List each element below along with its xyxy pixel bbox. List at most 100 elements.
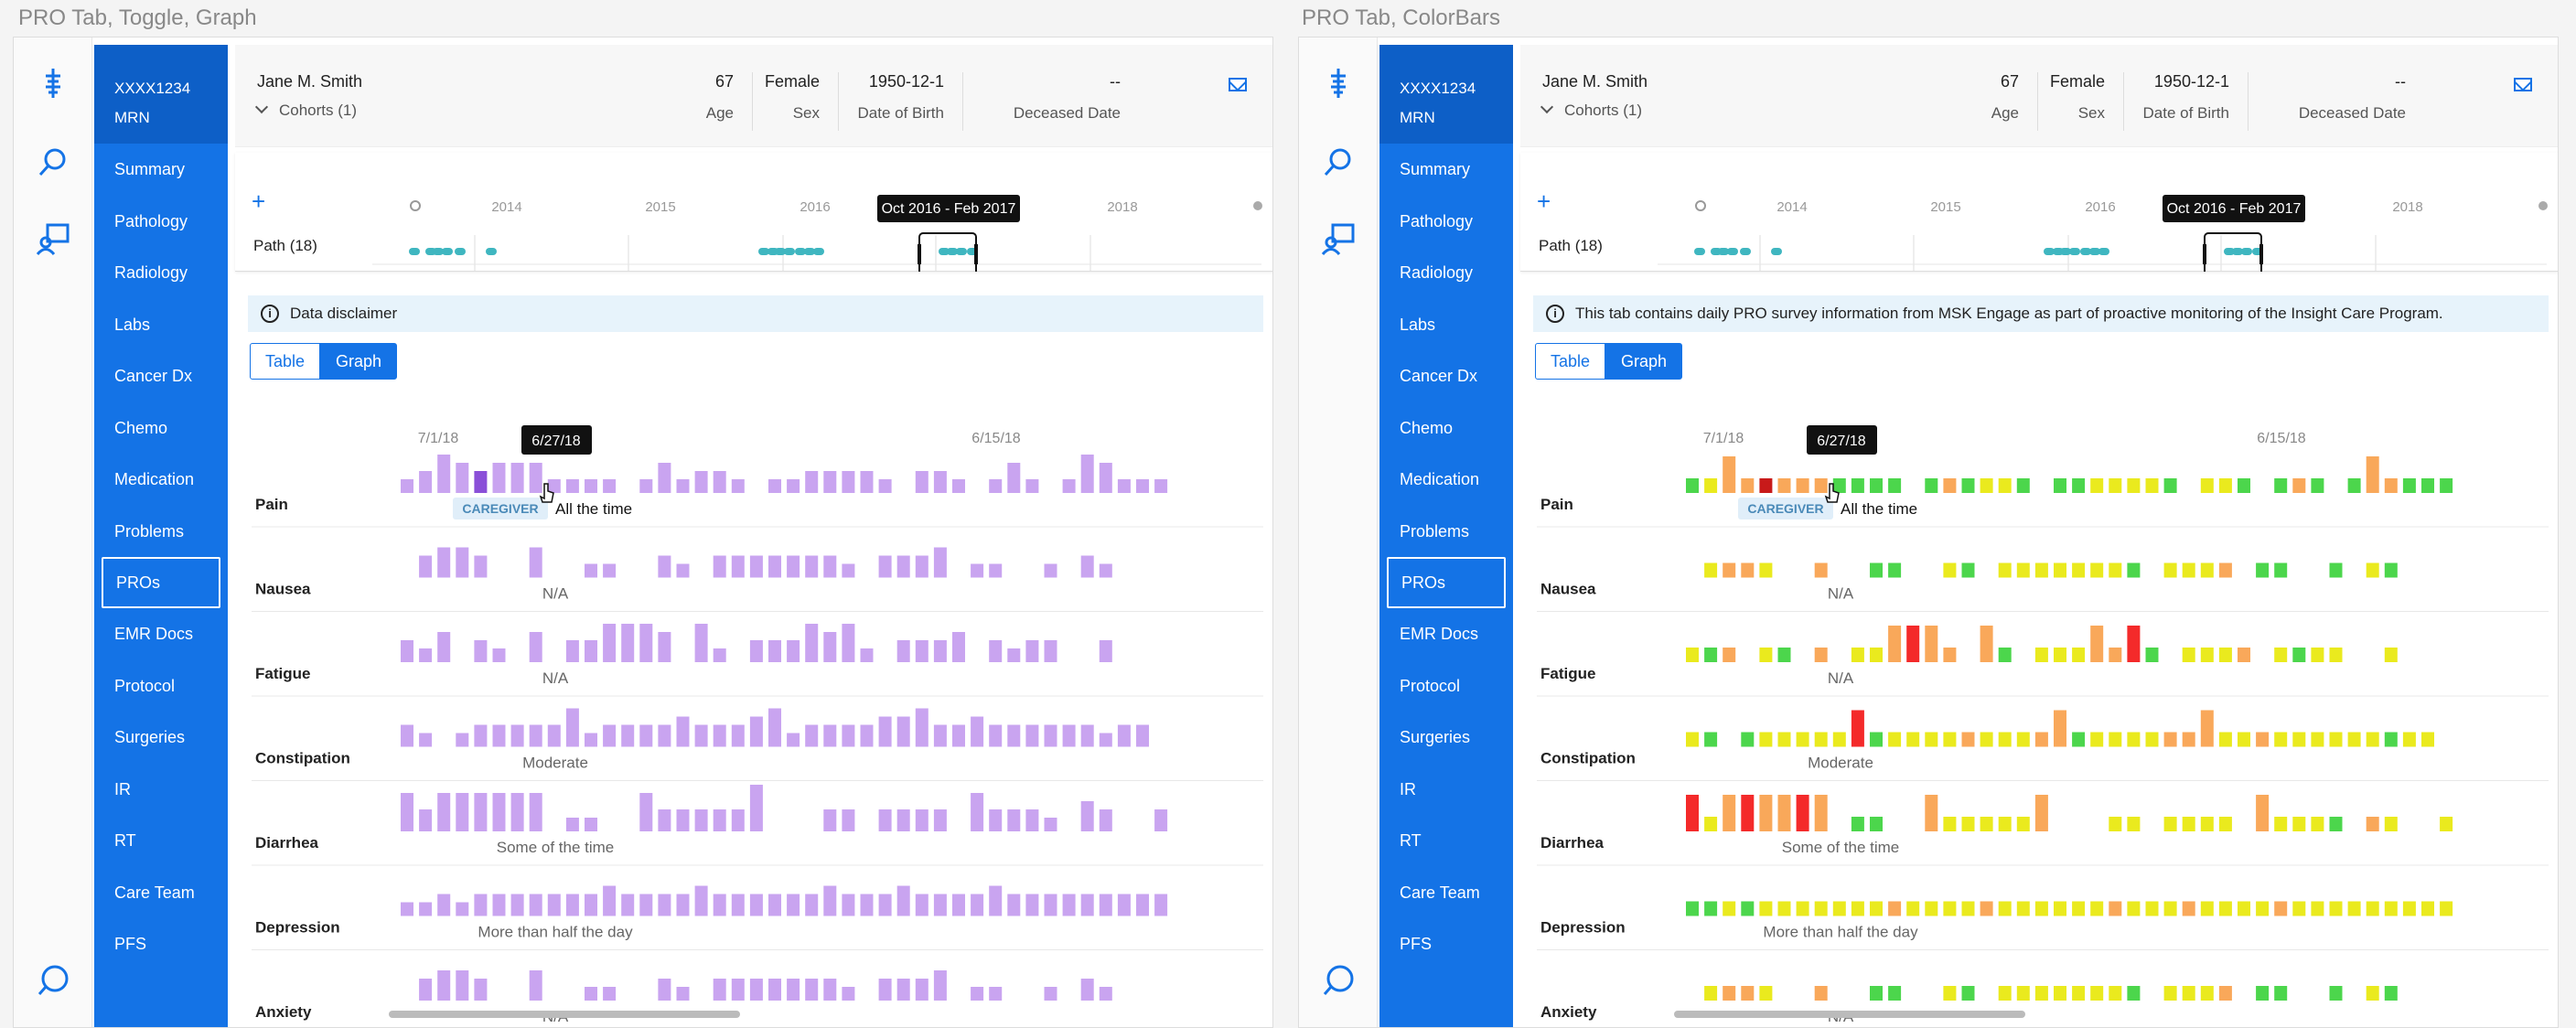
pro-bar[interactable] [603, 885, 617, 916]
sidebar-item-labs[interactable]: Labs [1379, 299, 1513, 351]
pro-bar[interactable] [1943, 986, 1957, 1001]
horizontal-scrollbar[interactable] [389, 1011, 740, 1018]
pro-bar[interactable] [2402, 478, 2416, 493]
pro-bar[interactable] [1704, 901, 1718, 916]
pro-bar[interactable] [1686, 901, 1699, 916]
pro-bar[interactable] [2402, 901, 2416, 916]
pro-bar[interactable] [1925, 901, 1938, 916]
pro-bar[interactable] [547, 894, 561, 916]
pro-bar[interactable] [1832, 901, 1846, 916]
pro-bar[interactable] [1796, 795, 1809, 831]
pro-bar[interactable] [2218, 732, 2232, 747]
pro-bar[interactable] [456, 463, 469, 493]
pro-bar[interactable] [768, 555, 781, 578]
pro-bar[interactable] [731, 979, 745, 1001]
pro-bar[interactable] [565, 708, 579, 747]
pro-bar[interactable] [492, 724, 506, 747]
pro-bar[interactable] [1062, 894, 1076, 916]
pro-bar[interactable] [437, 970, 451, 1001]
pro-bar[interactable] [2366, 562, 2379, 578]
pro-bar[interactable] [878, 479, 892, 493]
sidebar-item-pathology[interactable]: Pathology [94, 196, 228, 248]
pro-bar[interactable] [1741, 478, 1755, 493]
pro-bar[interactable] [456, 547, 469, 578]
sidebar-item-emr-docs[interactable]: EMR Docs [1379, 608, 1513, 660]
pro-bar[interactable] [547, 724, 561, 747]
pro-bar[interactable] [2384, 986, 2398, 1001]
sidebar-item-radiology[interactable]: Radiology [1379, 247, 1513, 299]
pro-bar[interactable] [1099, 733, 1112, 747]
pro-bar[interactable] [585, 733, 597, 747]
pro-bar[interactable] [2440, 817, 2453, 831]
pro-bar[interactable] [1007, 894, 1021, 916]
sidebar-item-chemo[interactable]: Chemo [1379, 402, 1513, 455]
pro-bar[interactable] [989, 809, 1003, 831]
pro-bar[interactable] [823, 471, 837, 493]
pro-bar[interactable] [2127, 986, 2141, 1001]
pro-bar[interactable] [2329, 817, 2343, 831]
pro-bar[interactable] [2440, 478, 2453, 493]
pro-bar[interactable] [878, 894, 892, 916]
pro-bar[interactable] [2274, 562, 2288, 578]
pro-bar[interactable] [1888, 626, 1902, 662]
pro-bar[interactable] [658, 979, 671, 1001]
pro-bar[interactable] [585, 640, 597, 662]
pro-bar[interactable] [419, 809, 433, 831]
pro-bar[interactable] [401, 640, 413, 662]
pro-bar[interactable] [1888, 732, 1902, 747]
pro-bar[interactable] [1099, 640, 1112, 662]
pro-bar[interactable] [896, 555, 910, 578]
pro-bar[interactable] [1961, 732, 1975, 747]
pro-bar[interactable] [2200, 986, 2214, 1001]
pro-bar[interactable] [585, 818, 597, 831]
pro-bar[interactable] [2347, 478, 2361, 493]
pro-bar[interactable] [1007, 809, 1021, 831]
cohorts-toggle[interactable]: Cohorts (1) [254, 100, 357, 120]
pro-bar[interactable] [1961, 817, 1975, 831]
pro-bar[interactable] [2384, 648, 2398, 662]
pro-bar[interactable] [474, 640, 488, 662]
pro-bar[interactable] [2182, 562, 2195, 578]
pro-bar[interactable] [1851, 648, 1864, 662]
pro-bar[interactable] [1998, 986, 2012, 1001]
pro-bar[interactable] [713, 471, 726, 493]
pro-bar[interactable] [1832, 478, 1846, 493]
pro-bar[interactable] [787, 479, 800, 493]
pro-bar[interactable] [1704, 478, 1718, 493]
pro-bar[interactable] [2109, 817, 2122, 831]
pro-bar[interactable] [2016, 817, 2030, 831]
pro-bar[interactable] [768, 894, 781, 916]
pro-bar[interactable] [456, 733, 469, 747]
pro-bar[interactable] [2034, 732, 2048, 747]
pro-bar[interactable] [860, 471, 874, 493]
pro-bar[interactable] [823, 632, 837, 662]
pro-bar[interactable] [2054, 986, 2066, 1001]
sidebar-item-cancer-dx[interactable]: Cancer Dx [94, 350, 228, 402]
pro-bar[interactable] [2127, 901, 2141, 916]
pro-bar[interactable] [2127, 732, 2141, 747]
pro-bar[interactable] [529, 724, 542, 747]
pro-bar[interactable] [1906, 626, 1920, 662]
pro-bar[interactable] [1870, 817, 1883, 831]
pro-bar[interactable] [2054, 478, 2066, 493]
pro-bar[interactable] [2090, 626, 2104, 662]
pro-bar[interactable] [694, 809, 708, 831]
pro-bar[interactable] [896, 979, 910, 1001]
pro-bar[interactable] [694, 471, 708, 493]
pro-bar[interactable] [1870, 478, 1883, 493]
sidebar-item-protocol[interactable]: Protocol [94, 660, 228, 712]
pro-bar[interactable] [2163, 562, 2177, 578]
sidebar-item-ir[interactable]: IR [1379, 764, 1513, 816]
pro-bar[interactable] [1154, 479, 1168, 493]
pro-bar[interactable] [823, 555, 837, 578]
pro-bar[interactable] [805, 724, 819, 747]
pro-bar[interactable] [694, 624, 708, 662]
pro-bar[interactable] [1080, 455, 1094, 493]
pro-bar[interactable] [1759, 795, 1773, 831]
pro-bar[interactable] [787, 555, 800, 578]
pro-bar[interactable] [1998, 562, 2012, 578]
pro-bar[interactable] [1980, 901, 1993, 916]
pro-bar[interactable] [749, 785, 763, 831]
pro-bar[interactable] [2384, 817, 2398, 831]
pro-bar[interactable] [713, 724, 726, 747]
